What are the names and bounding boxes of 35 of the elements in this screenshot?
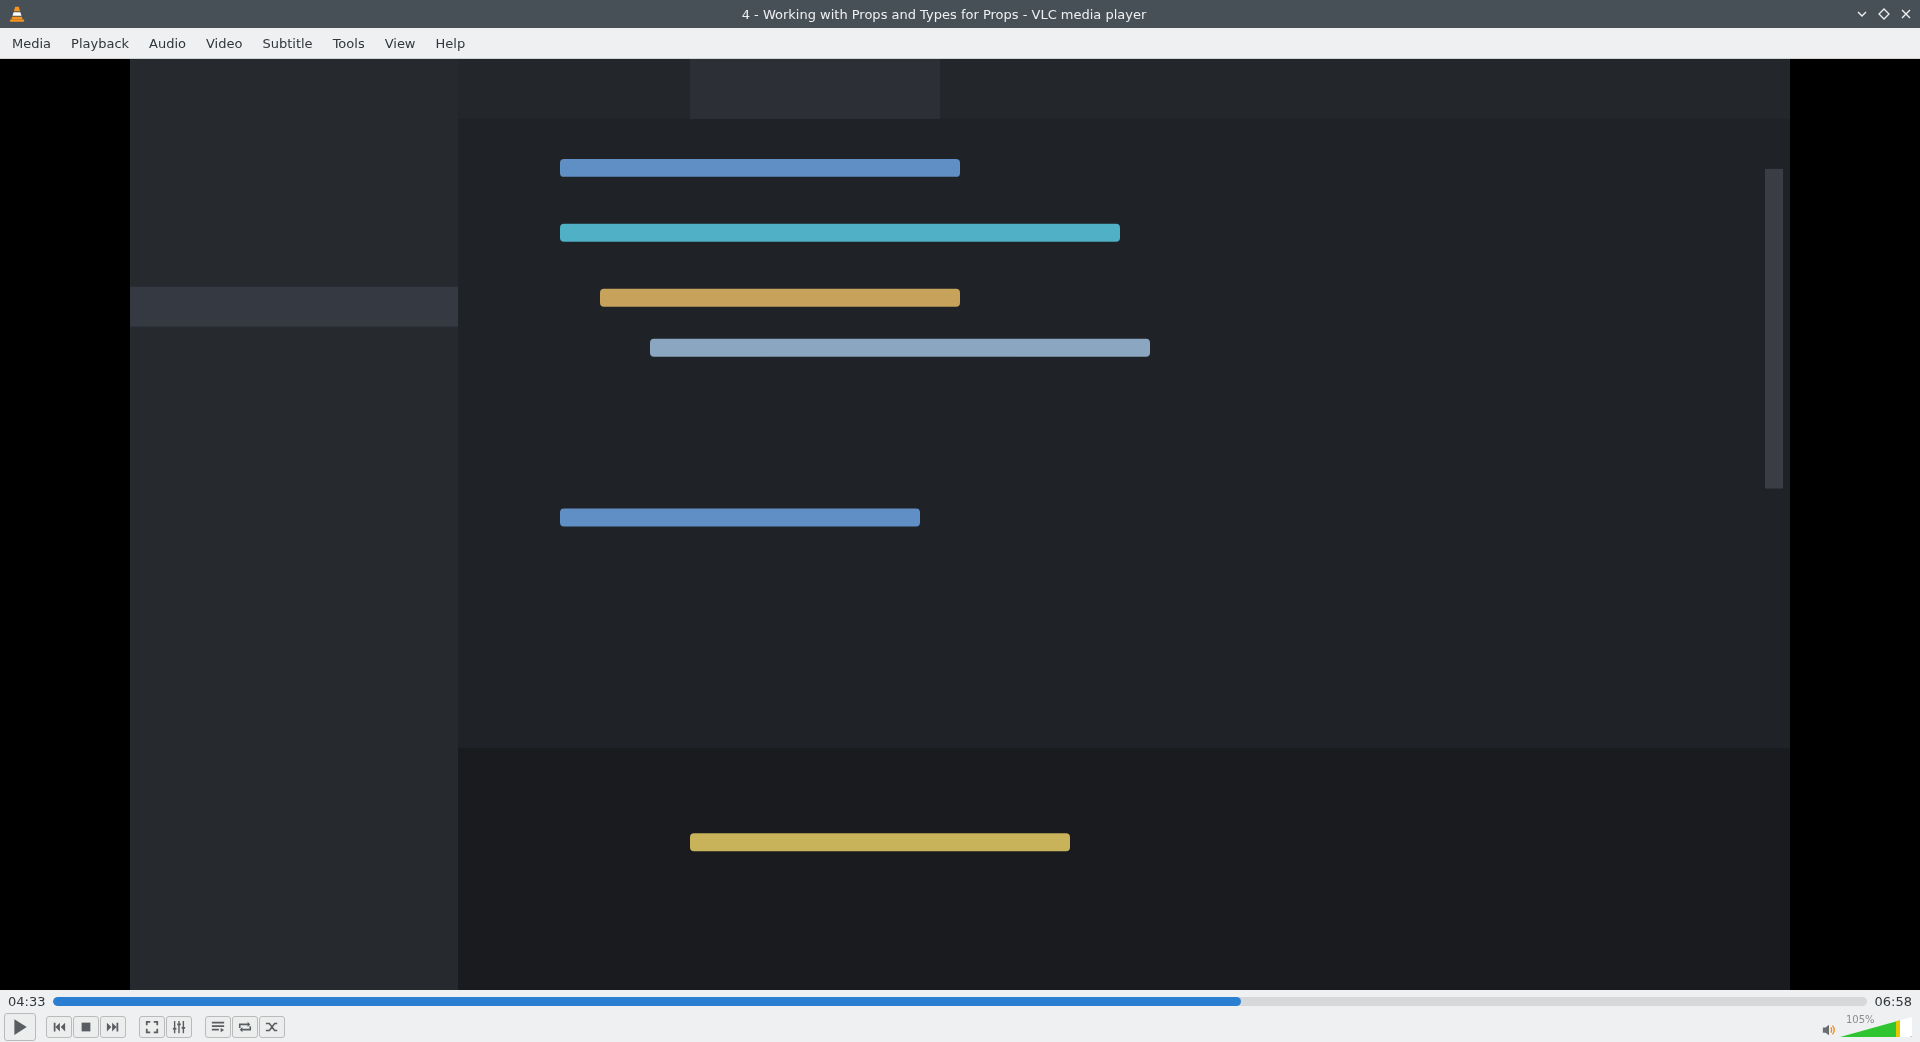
menu-item[interactable]: Tools bbox=[322, 31, 375, 55]
close-icon[interactable] bbox=[1900, 8, 1912, 20]
play-icon bbox=[11, 1018, 29, 1036]
menu-item[interactable]: Playback bbox=[61, 31, 140, 55]
menu-item[interactable]: Subtitle bbox=[252, 31, 323, 55]
stop-button[interactable] bbox=[73, 1016, 99, 1038]
sliders-icon bbox=[172, 1020, 186, 1034]
fullscreen-icon bbox=[145, 1020, 159, 1034]
menu-item[interactable]: View bbox=[374, 31, 426, 55]
next-icon bbox=[106, 1020, 120, 1034]
maximize-icon[interactable] bbox=[1878, 8, 1890, 20]
shuffle-button[interactable] bbox=[259, 1016, 285, 1038]
stop-icon bbox=[79, 1020, 93, 1034]
total-time: 06:58 bbox=[1874, 993, 1912, 1009]
loop-button[interactable] bbox=[232, 1016, 258, 1038]
seek-bar[interactable] bbox=[53, 996, 1241, 1006]
volume-reading: 105% bbox=[1846, 1014, 1875, 1025]
play-button[interactable] bbox=[4, 1013, 36, 1041]
speaker-icon[interactable] bbox=[1822, 1023, 1836, 1037]
next-button[interactable] bbox=[100, 1016, 126, 1038]
elapsed-time: 04:33 bbox=[8, 993, 46, 1009]
menu-item[interactable]: Video bbox=[196, 31, 253, 55]
menu-item[interactable]: Help bbox=[425, 31, 476, 55]
previous-icon bbox=[52, 1020, 66, 1034]
playlist-icon bbox=[211, 1020, 225, 1034]
playlist-button[interactable] bbox=[205, 1016, 231, 1038]
vlc-cone-icon bbox=[8, 5, 26, 23]
shuffle-icon bbox=[265, 1020, 279, 1034]
fullscreen-button[interactable] bbox=[139, 1016, 165, 1038]
extended-settings-button[interactable] bbox=[166, 1016, 192, 1038]
loop-icon bbox=[238, 1020, 252, 1034]
window-title: 4 - Working with Props and Types for Props - VLC media player bbox=[740, 6, 1148, 22]
menu-item[interactable]: Audio bbox=[139, 31, 196, 55]
previous-button[interactable] bbox=[46, 1016, 72, 1038]
menu-item[interactable]: Media bbox=[2, 31, 62, 55]
